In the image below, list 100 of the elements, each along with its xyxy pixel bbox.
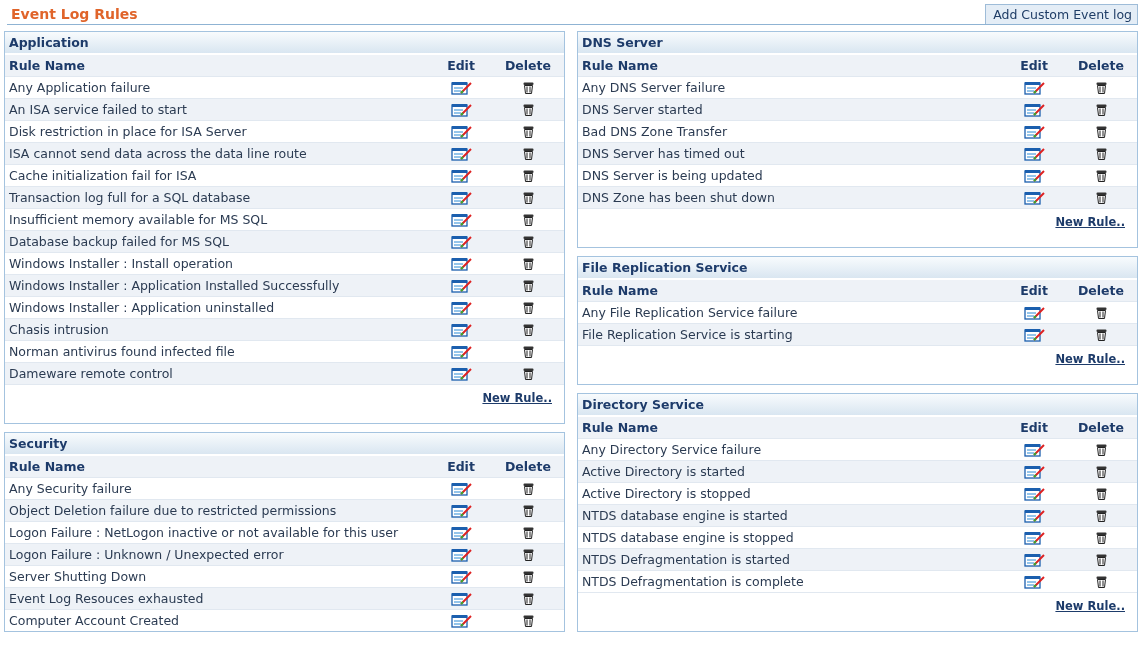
edit-button[interactable]: [1023, 80, 1045, 95]
trash-can-icon: [522, 213, 534, 226]
edit-button[interactable]: [1023, 508, 1045, 523]
notepad-pencil-icon: [1023, 305, 1045, 320]
notepad-pencil-icon: [450, 146, 472, 161]
edit-button[interactable]: [450, 80, 472, 95]
delete-button[interactable]: [522, 125, 534, 138]
delete-button[interactable]: [522, 526, 534, 539]
edit-button[interactable]: [450, 256, 472, 271]
trash-can-icon: [1095, 465, 1107, 478]
edit-button[interactable]: [1023, 442, 1045, 457]
delete-button[interactable]: [522, 257, 534, 270]
edit-button[interactable]: [450, 503, 472, 518]
delete-button[interactable]: [1095, 328, 1107, 341]
delete-button[interactable]: [1095, 169, 1107, 182]
rule-name: Logon Failure : Unknown / Unexpected error: [8, 547, 285, 562]
delete-button[interactable]: [522, 235, 534, 248]
edit-button[interactable]: [450, 547, 472, 562]
edit-button[interactable]: [1023, 464, 1045, 479]
delete-button[interactable]: [522, 103, 534, 116]
delete-button[interactable]: [1095, 575, 1107, 588]
rule-name: Active Directory is stopped: [581, 486, 752, 501]
edit-button[interactable]: [1023, 124, 1045, 139]
delete-button[interactable]: [1095, 553, 1107, 566]
edit-button[interactable]: [450, 300, 472, 315]
new-rule-link[interactable]: New Rule..: [1055, 215, 1125, 229]
notepad-pencil-icon: [1023, 327, 1045, 342]
delete-button[interactable]: [522, 191, 534, 204]
edit-button[interactable]: [450, 569, 472, 584]
delete-button[interactable]: [1095, 191, 1107, 204]
trash-can-icon: [522, 191, 534, 204]
delete-button[interactable]: [1095, 103, 1107, 116]
delete-button[interactable]: [522, 323, 534, 336]
edit-button[interactable]: [1023, 146, 1045, 161]
delete-button[interactable]: [522, 504, 534, 517]
edit-button[interactable]: [1023, 574, 1045, 589]
edit-button[interactable]: [1023, 327, 1045, 342]
notepad-pencil-icon: [450, 300, 472, 315]
delete-button[interactable]: [522, 147, 534, 160]
edit-button[interactable]: [450, 322, 472, 337]
edit-button[interactable]: [450, 212, 472, 227]
edit-button[interactable]: [450, 344, 472, 359]
edit-button[interactable]: [450, 481, 472, 496]
edit-button[interactable]: [450, 366, 472, 381]
new-rule-link[interactable]: New Rule..: [482, 391, 552, 405]
edit-button[interactable]: [1023, 190, 1045, 205]
edit-button[interactable]: [1023, 305, 1045, 320]
delete-button[interactable]: [522, 169, 534, 182]
rule-name: Disk restriction in place for ISA Server: [8, 124, 248, 139]
add-custom-event-log-button[interactable]: Add Custom Event log: [985, 4, 1138, 24]
rule-name: Insufficient memory available for MS SQL: [8, 212, 269, 227]
edit-button[interactable]: [450, 146, 472, 161]
edit-button[interactable]: [450, 525, 472, 540]
notepad-pencil-icon: [450, 168, 472, 183]
edit-button[interactable]: [450, 278, 472, 293]
delete-button[interactable]: [522, 81, 534, 94]
notepad-pencil-icon: [1023, 486, 1045, 501]
column-header: Rule Name: [581, 58, 659, 73]
delete-button[interactable]: [522, 279, 534, 292]
edit-button[interactable]: [1023, 168, 1045, 183]
delete-button[interactable]: [522, 548, 534, 561]
edit-button[interactable]: [1023, 102, 1045, 117]
edit-button[interactable]: [1023, 530, 1045, 545]
delete-button[interactable]: [522, 614, 534, 627]
edit-button[interactable]: [450, 124, 472, 139]
new-rule-link[interactable]: New Rule..: [1055, 352, 1125, 366]
delete-button[interactable]: [522, 345, 534, 358]
edit-button[interactable]: [1023, 486, 1045, 501]
notepad-pencil-icon: [450, 481, 472, 496]
delete-button[interactable]: [522, 213, 534, 226]
delete-button[interactable]: [1095, 531, 1107, 544]
delete-button[interactable]: [1095, 509, 1107, 522]
delete-button[interactable]: [522, 301, 534, 314]
rule-name: Event Log Resouces exhausted: [8, 591, 205, 606]
delete-button[interactable]: [1095, 125, 1107, 138]
delete-button[interactable]: [522, 482, 534, 495]
delete-button[interactable]: [522, 570, 534, 583]
edit-button[interactable]: [450, 190, 472, 205]
edit-button[interactable]: [450, 234, 472, 249]
edit-button[interactable]: [450, 168, 472, 183]
trash-can-icon: [1095, 103, 1107, 116]
edit-button[interactable]: [450, 591, 472, 606]
delete-button[interactable]: [1095, 465, 1107, 478]
delete-button[interactable]: [1095, 306, 1107, 319]
rule-name: NTDS database engine is stopped: [581, 530, 795, 545]
delete-button[interactable]: [1095, 487, 1107, 500]
notepad-pencil-icon: [1023, 80, 1045, 95]
edit-button[interactable]: [450, 613, 472, 628]
delete-button[interactable]: [522, 592, 534, 605]
new-rule-link[interactable]: New Rule..: [1055, 599, 1125, 613]
delete-button[interactable]: [1095, 81, 1107, 94]
delete-button[interactable]: [1095, 147, 1107, 160]
edit-button[interactable]: [1023, 552, 1045, 567]
rule-name: Database backup failed for MS SQL: [8, 234, 230, 249]
delete-button[interactable]: [1095, 443, 1107, 456]
column-header: Edit: [1020, 283, 1048, 298]
notepad-pencil-icon: [450, 569, 472, 584]
column-header: Delete: [1077, 283, 1125, 298]
delete-button[interactable]: [522, 367, 534, 380]
edit-button[interactable]: [450, 102, 472, 117]
